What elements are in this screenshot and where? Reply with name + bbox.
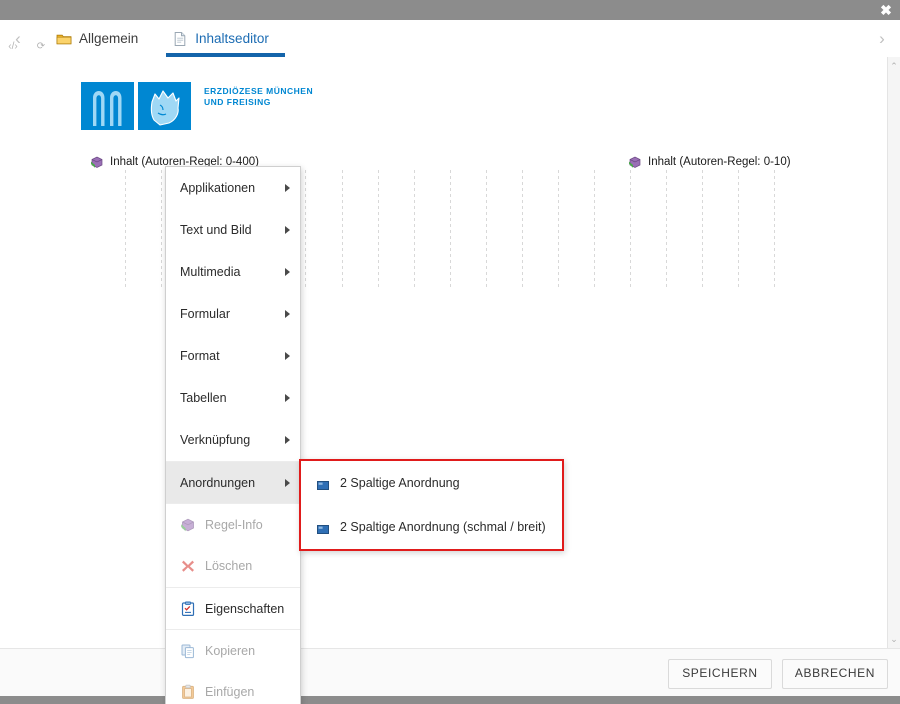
submenu-arrow-icon	[285, 310, 290, 318]
region-header-right: Inhalt (Autoren-Regel: 0-10)	[628, 155, 791, 169]
layout-icon	[317, 523, 329, 534]
menu-item-label: Eigenschaften	[205, 601, 285, 616]
tab-list: Allgemein Inhaltseditor	[44, 20, 291, 57]
editor-canvas: ERZDIÖZESE MÜNCHEN UND FREISING Inhalt (…	[0, 57, 890, 648]
menu-item-label: Einfügen	[205, 685, 255, 699]
tab-label: Allgemein	[79, 31, 139, 46]
menu-item-einfuegen: Einfügen	[166, 671, 300, 704]
tab-bar: ‹ › Allgemein Inhaltseditor	[0, 20, 900, 58]
submenu-arrow-icon	[285, 268, 290, 276]
menu-item-kopieren: Kopieren	[166, 629, 300, 671]
submenu-arrow-icon	[285, 436, 290, 444]
submenu-arrow-icon	[285, 352, 290, 360]
submenu-item-label: 2 Spaltige Anordnung	[340, 476, 460, 490]
menu-item-eigenschaften[interactable]: Eigenschaften	[166, 587, 300, 629]
menu-item-formular[interactable]: Formular	[166, 293, 300, 335]
menu-item-label: Formular	[180, 307, 231, 321]
menu-item-applikationen[interactable]: Applikationen	[166, 167, 300, 209]
tabs-scroll-right-icon[interactable]: ›	[872, 28, 892, 50]
submenu-arrow-icon	[285, 184, 290, 192]
folder-icon	[56, 31, 72, 47]
menu-item-label: Regel-Info	[205, 517, 263, 532]
menu-item-verknuepfung[interactable]: Verknüpfung	[166, 419, 300, 461]
vertical-scrollbar[interactable]: ⌃ ⌄	[887, 57, 900, 648]
menu-item-label: Anordnungen	[180, 475, 256, 490]
organization-logo: ERZDIÖZESE MÜNCHEN UND FREISING	[81, 82, 313, 130]
menu-item-label: Tabellen	[180, 391, 227, 405]
refresh-icon[interactable]: ⟳	[34, 40, 48, 54]
menu-item-label: Format	[180, 349, 220, 363]
layout-icon	[317, 479, 329, 490]
menu-item-anordnungen[interactable]: Anordnungen	[166, 461, 300, 503]
content-placeholder-right	[307, 170, 797, 287]
logo-line-1: ERZDIÖZESE MÜNCHEN	[204, 86, 314, 96]
submenu-arrow-icon	[285, 394, 290, 402]
menu-item-loeschen: Löschen	[166, 545, 300, 587]
window-bottom-bar	[0, 696, 900, 704]
menu-item-format[interactable]: Format	[166, 335, 300, 377]
menu-item-tabellen[interactable]: Tabellen	[166, 377, 300, 419]
logo-pillars-icon	[81, 82, 134, 130]
logo-wordmark: ERZDIÖZESE MÜNCHEN UND FREISING	[204, 86, 313, 108]
rule-icon	[180, 517, 196, 533]
footer-button-group: SPEICHERN ABBRECHEN	[667, 659, 888, 689]
scroll-up-icon[interactable]: ⌃	[888, 59, 900, 73]
editor-content-area: ERZDIÖZESE MÜNCHEN UND FREISING Inhalt (…	[0, 57, 900, 648]
source-code-icon[interactable]: ‹/›	[6, 40, 20, 54]
menu-item-text-und-bild[interactable]: Text und Bild	[166, 209, 300, 251]
window-titlebar: ✖	[0, 0, 900, 20]
submenu-arrow-icon	[285, 226, 290, 234]
tab-inhaltseditor[interactable]: Inhaltseditor	[160, 20, 291, 57]
menu-item-label: Multimedia	[180, 265, 241, 279]
menu-item-label: Verknüpfung	[180, 433, 251, 447]
menu-item-regel-info: Regel-Info	[166, 503, 300, 545]
menu-item-label: Text und Bild	[180, 223, 252, 237]
application-window: ✖ ‹ › Allgemein Inhaltseditor ERZDIÖZESE…	[0, 0, 900, 704]
save-button[interactable]: SPEICHERN	[667, 659, 772, 689]
submenu-arrow-icon	[285, 478, 290, 487]
scroll-down-icon[interactable]: ⌄	[888, 632, 900, 646]
dash-pattern	[307, 170, 797, 287]
dialog-footer: SPEICHERN ABBRECHEN	[0, 648, 900, 697]
delete-icon	[180, 558, 196, 574]
rule-icon	[628, 155, 642, 169]
close-icon[interactable]: ✖	[877, 1, 895, 19]
submenu-item-2-spaltige-anordnung-schmal-breit[interactable]: 2 Spaltige Anordnung (schmal / breit)	[301, 505, 562, 549]
properties-icon	[180, 601, 196, 617]
menu-item-multimedia[interactable]: Multimedia	[166, 251, 300, 293]
cancel-button[interactable]: ABBRECHEN	[781, 659, 888, 689]
paste-icon	[180, 684, 196, 700]
context-menu: Applikationen Text und Bild Multimedia F…	[165, 166, 301, 704]
menu-item-label: Löschen	[205, 559, 253, 573]
submenu-item-label: 2 Spaltige Anordnung (schmal / breit)	[340, 520, 546, 534]
submenu-anordnungen: 2 Spaltige Anordnung 2 Spaltige Anordnun…	[299, 459, 564, 551]
submenu-item-2-spaltige-anordnung[interactable]: 2 Spaltige Anordnung	[301, 461, 562, 505]
tab-allgemein[interactable]: Allgemein	[44, 20, 160, 57]
document-icon	[172, 31, 188, 47]
rule-icon	[90, 155, 104, 169]
logo-moor-head-icon	[138, 82, 191, 130]
menu-item-label: Applikationen	[180, 181, 256, 195]
status-icon-bar: ‹/› ⟳	[6, 40, 48, 54]
logo-line-2: UND FREISING	[204, 97, 271, 107]
menu-item-label: Kopieren	[205, 643, 256, 658]
tab-label: Inhaltseditor	[195, 31, 269, 46]
copy-icon	[180, 643, 196, 659]
region-label-text: Inhalt (Autoren-Regel: 0-10)	[648, 156, 791, 168]
